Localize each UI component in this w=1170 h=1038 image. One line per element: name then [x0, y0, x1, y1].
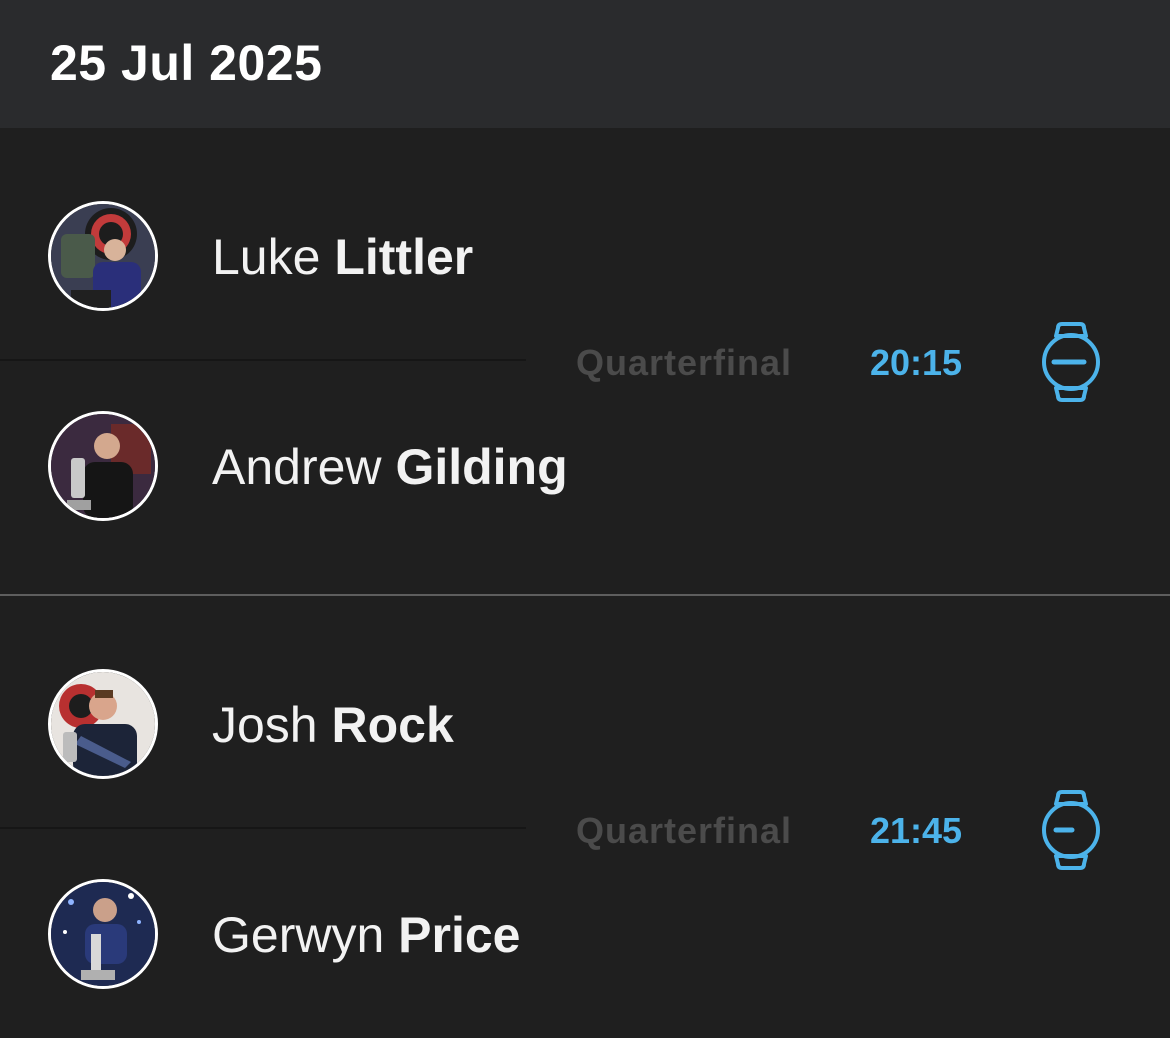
player-first-name: Josh — [212, 697, 318, 753]
player-avatar — [48, 201, 158, 311]
match-card[interactable]: Luke Littler Quarterfinal 20:15 Andrew G… — [0, 128, 1170, 594]
player-avatar — [48, 411, 158, 521]
player-first-name: Andrew — [212, 439, 382, 495]
match-time: 20:15 — [870, 342, 963, 383]
player-photo-icon — [51, 882, 155, 986]
player-last-name: Littler — [334, 229, 474, 285]
watch-icon[interactable] — [1038, 322, 1104, 402]
player-first-name: Gerwyn — [212, 907, 385, 963]
player-photo-icon — [51, 672, 155, 776]
player-last-name: Price — [398, 907, 521, 963]
player-last-name: Rock — [331, 697, 454, 753]
match-time: 21:45 — [870, 810, 963, 851]
player-name: Josh Rock — [212, 696, 454, 754]
player-avatar — [48, 669, 158, 779]
date-header: 25 Jul 2025 — [0, 0, 1170, 128]
player-avatar — [48, 879, 158, 989]
player-name: Andrew Gilding — [212, 438, 568, 496]
player-last-name: Gilding — [395, 439, 568, 495]
player-row[interactable]: Josh Rock — [0, 666, 1170, 786]
round-label: Quarterfinal — [576, 810, 793, 851]
round-label: Quarterfinal — [576, 342, 793, 383]
player-first-name: Luke — [212, 229, 321, 285]
player-row[interactable]: Luke Littler — [0, 198, 1170, 318]
watch-icon[interactable] — [1038, 790, 1104, 870]
player-row[interactable]: Andrew Gilding — [0, 408, 1170, 528]
row-separator — [0, 827, 526, 829]
player-photo-icon — [51, 414, 155, 518]
schedule-page: 25 Jul 2025 Luke Littler Quarterfinal 20… — [0, 0, 1170, 1038]
player-name: Luke Littler — [212, 228, 473, 286]
player-row[interactable]: Gerwyn Price — [0, 876, 1170, 996]
match-card[interactable]: Josh Rock Quarterfinal 21:45 Gerwyn Pric… — [0, 596, 1170, 1038]
player-name: Gerwyn Price — [212, 906, 521, 964]
player-photo-icon — [51, 204, 155, 308]
row-separator — [0, 359, 526, 361]
date-title: 25 Jul 2025 — [50, 35, 323, 91]
